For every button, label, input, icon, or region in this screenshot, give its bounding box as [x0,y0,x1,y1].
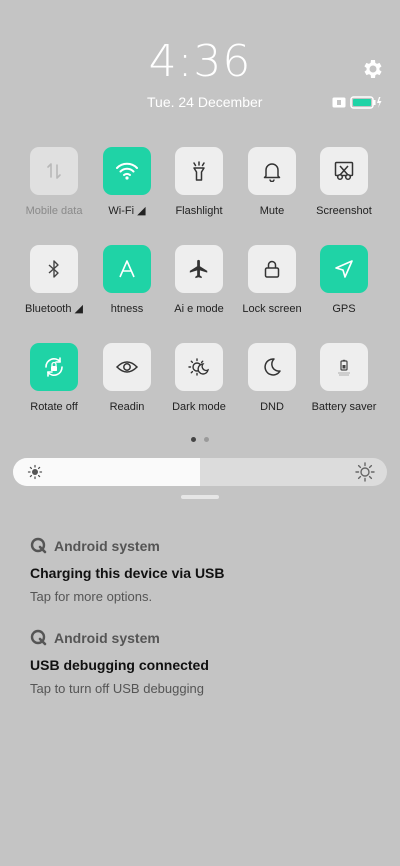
notification-title: Charging this device via USB [30,565,225,581]
tile-label: Battery saver [311,401,377,413]
bluetooth-icon [48,260,59,278]
page-indicator [0,437,400,442]
gps-button[interactable] [320,245,368,293]
status-icons [332,95,382,109]
notification-body: Tap for more options. [30,589,153,604]
notification-title: USB debugging connected [30,657,209,673]
wifi-button[interactable] [103,147,151,195]
brightness-low-icon [27,464,43,480]
brightness-high-icon [355,462,375,482]
flashlight-icon [193,161,205,181]
notification-header: Android system [30,537,225,554]
eye-icon [115,361,139,373]
android-system-icon [30,629,47,646]
airplane-icon [189,259,208,279]
auto-brightness-button[interactable] [103,245,151,293]
brightness-slider[interactable] [13,458,387,486]
scissors-icon [334,161,354,181]
notification-header: Android system [30,629,209,646]
dnd-button[interactable] [248,343,296,391]
android-system-icon [30,537,47,554]
page-dot[interactable] [204,437,209,442]
reading-mode-button[interactable] [103,343,151,391]
lock-icon [264,260,280,278]
rotate-button[interactable] [30,343,78,391]
mute-button[interactable] [248,147,296,195]
battery-charging-icon [350,95,382,109]
notification-app-name: Android system [54,629,160,646]
bluetooth-button[interactable] [30,245,78,293]
notification-app-name: Android system [54,537,160,554]
tile-battery-saver[interactable]: Battery saver [301,343,387,414]
page-dot-active[interactable] [191,437,196,442]
notification-body: Tap to turn off USB debugging [30,681,204,696]
rotate-lock-icon [45,357,63,377]
mobile-data-button[interactable] [30,147,78,195]
dark-mode-icon [188,358,209,376]
tile-label: Screenshot [316,205,372,217]
auto-brightness-icon [119,260,135,278]
gear-icon[interactable] [360,57,384,81]
tile-label: GPS [332,303,356,315]
mobile-data-icon [47,163,61,179]
sim-card-icon [332,97,346,107]
date: Tue. 24 December [147,94,263,110]
notification[interactable]: Android system Charging this device via … [30,537,225,605]
drag-handle[interactable] [181,495,219,499]
moon-icon [264,358,281,376]
tile-gps[interactable]: GPS [301,245,387,316]
dark-mode-button[interactable] [175,343,223,391]
notification[interactable]: Android system USB debugging connected T… [30,629,209,697]
airplane-mode-button[interactable] [175,245,223,293]
clock: 4:36 [148,36,252,87]
battery-saver-icon [338,359,350,376]
lock-screen-button[interactable] [248,245,296,293]
tile-screenshot[interactable]: Screenshot [301,147,387,218]
location-arrow-icon [335,260,353,278]
wifi-icon [116,162,138,180]
bell-icon [263,163,281,182]
flashlight-button[interactable] [175,147,223,195]
screenshot-button[interactable] [320,147,368,195]
battery-saver-button[interactable] [320,343,368,391]
